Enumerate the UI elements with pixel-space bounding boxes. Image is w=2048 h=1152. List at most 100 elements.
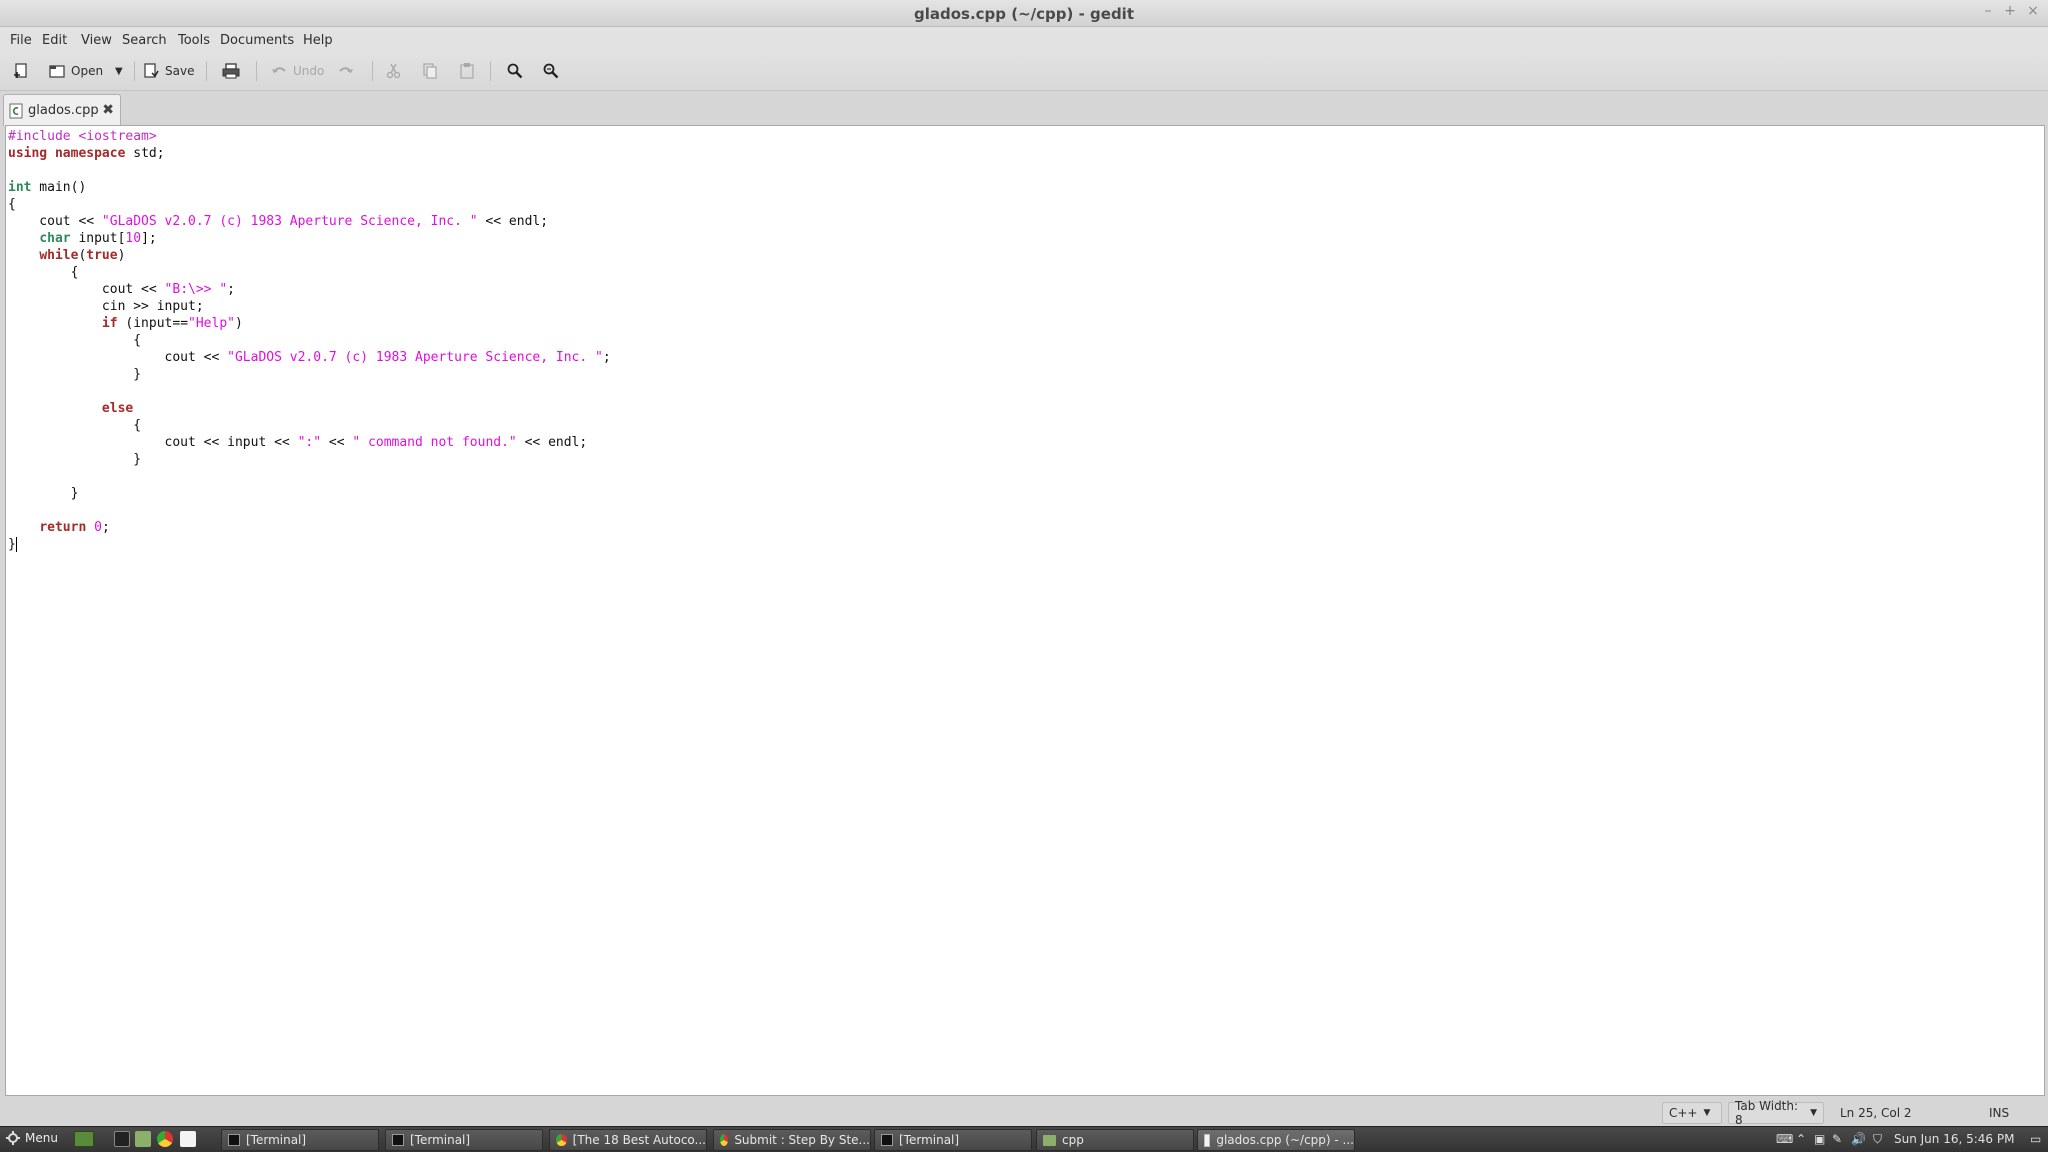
- code-token: else: [101, 401, 134, 416]
- menu-tools[interactable]: Tools: [178, 33, 210, 48]
- toolbar-separator: [372, 61, 373, 81]
- code-token: cout <<: [8, 350, 228, 365]
- code-line[interactable]: }: [8, 485, 611, 502]
- terminal-launcher-icon[interactable]: [114, 1131, 130, 1147]
- code-token: "B:\>> ": [164, 282, 228, 297]
- code-line[interactable]: }: [8, 536, 611, 553]
- code-line[interactable]: {: [8, 264, 611, 281]
- menu-help[interactable]: Help: [303, 33, 333, 48]
- menu-search[interactable]: Search: [122, 33, 167, 48]
- task-gedit-glados[interactable]: glados.cpp (~/cpp) - ...: [1197, 1129, 1355, 1151]
- code-token: ): [117, 248, 126, 263]
- text-editor[interactable]: #include <iostream> using namespace std; i…: [5, 125, 2045, 1096]
- close-tab-icon[interactable]: ✖: [102, 102, 114, 118]
- start-menu-button[interactable]: Menu: [6, 1131, 58, 1145]
- code-token: "Help": [188, 316, 235, 331]
- menu-file[interactable]: File: [10, 33, 32, 48]
- new-document-button[interactable]: [12, 57, 30, 85]
- code-line[interactable]: char input[10];: [8, 230, 611, 247]
- code-line[interactable]: cout << "GLaDOS v2.0.7 (c) 1983 Aperture…: [8, 213, 611, 230]
- files-launcher-icon[interactable]: [135, 1131, 151, 1147]
- tab-glados-cpp[interactable]: glados.cpp ✖: [3, 94, 121, 126]
- code-line[interactable]: cin >> input;: [8, 298, 611, 315]
- task-terminal-3[interactable]: [Terminal]: [874, 1129, 1032, 1151]
- code-line[interactable]: else: [8, 400, 611, 417]
- code-line[interactable]: if (input=="Help"): [8, 315, 611, 332]
- open-button[interactable]: Open: [48, 57, 103, 85]
- pen-icon[interactable]: ✎: [1832, 1132, 1842, 1146]
- code-token: ): [235, 316, 243, 331]
- code-line[interactable]: {: [8, 196, 611, 213]
- new-document-icon: [14, 63, 27, 78]
- find-replace-button[interactable]: [542, 57, 560, 85]
- save-icon: [144, 63, 159, 78]
- code-token: char: [39, 231, 71, 246]
- open-recent-dropdown[interactable]: ▼: [115, 57, 123, 85]
- code-token: (input==: [117, 316, 189, 331]
- task-label: [The 18 Best Autoco...: [572, 1133, 706, 1147]
- show-desktop-icon[interactable]: [74, 1131, 94, 1147]
- code-line[interactable]: int main(): [8, 179, 611, 196]
- code-line[interactable]: [8, 468, 611, 485]
- copy-button[interactable]: [421, 57, 439, 85]
- menu-edit[interactable]: Edit: [42, 33, 67, 48]
- close-window-button[interactable]: ×: [2024, 3, 2042, 19]
- clock[interactable]: Sun Jun 16, 5:46 PM: [1894, 1132, 2014, 1146]
- code-token: namespace: [54, 146, 126, 161]
- code-line[interactable]: cout << "B:\>> ";: [8, 281, 611, 298]
- find-button[interactable]: [506, 57, 524, 85]
- language-label: C++: [1669, 1106, 1698, 1120]
- code-token: {: [8, 418, 142, 433]
- text-editor-icon: [1204, 1133, 1211, 1147]
- code-token: main(): [31, 180, 87, 195]
- undo-button[interactable]: Undo: [270, 57, 324, 85]
- task-terminal-1[interactable]: [Terminal]: [221, 1129, 379, 1151]
- code-line[interactable]: cout << "GLaDOS v2.0.7 (c) 1983 Aperture…: [8, 349, 611, 366]
- menu-label: Menu: [25, 1131, 58, 1145]
- language-selector[interactable]: C++ ▼: [1662, 1102, 1722, 1124]
- code-line[interactable]: cout << input << ":" << " command not fo…: [8, 434, 611, 451]
- paste-button[interactable]: [458, 57, 476, 85]
- text-editor-launcher-icon[interactable]: [180, 1131, 196, 1147]
- menu-documents[interactable]: Documents: [220, 33, 294, 48]
- task-terminal-2[interactable]: [Terminal]: [385, 1129, 543, 1151]
- code-token: <<: [321, 435, 353, 450]
- tab-width-label: Tab Width: 8: [1735, 1099, 1799, 1127]
- minimize-button[interactable]: –: [1979, 3, 1997, 19]
- task-chrome-submit[interactable]: Submit : Step By Ste...: [713, 1129, 871, 1151]
- clipboard-icon[interactable]: ▣: [1814, 1132, 1825, 1146]
- code-line[interactable]: #include <iostream>: [8, 128, 611, 145]
- volume-icon[interactable]: 🔊: [1851, 1132, 1866, 1146]
- code-line[interactable]: while(true): [8, 247, 611, 264]
- code-line[interactable]: }: [8, 366, 611, 383]
- source-code[interactable]: #include <iostream> using namespace std; i…: [8, 128, 611, 553]
- code-line[interactable]: {: [8, 332, 611, 349]
- task-label: [Terminal]: [246, 1133, 307, 1147]
- task-folder-cpp[interactable]: cpp: [1036, 1129, 1194, 1151]
- paste-icon: [460, 63, 474, 79]
- code-line[interactable]: {: [8, 417, 611, 434]
- chrome-launcher-icon[interactable]: [157, 1131, 173, 1147]
- save-button[interactable]: Save: [142, 57, 194, 85]
- chevron-up-icon[interactable]: ⌃: [1796, 1132, 1806, 1146]
- network-icon[interactable]: ▭: [2030, 1132, 2041, 1146]
- maximize-button[interactable]: +: [2001, 3, 2019, 19]
- code-token: "GLaDOS v2.0.7 (c) 1983 Aperture Science…: [227, 350, 603, 365]
- shield-icon[interactable]: ⛉: [1873, 1132, 1882, 1147]
- tab-width-selector[interactable]: Tab Width: 8 ▼: [1728, 1099, 1824, 1127]
- code-line[interactable]: }: [8, 451, 611, 468]
- code-token: 10: [125, 231, 142, 246]
- keyboard-icon[interactable]: ⌨: [1776, 1132, 1793, 1146]
- code-line[interactable]: [8, 383, 611, 400]
- code-line[interactable]: [8, 502, 611, 519]
- print-button[interactable]: [221, 57, 241, 85]
- code-line[interactable]: [8, 162, 611, 179]
- code-token: }: [8, 452, 142, 467]
- chevron-down-icon: ▼: [115, 65, 123, 77]
- menu-view[interactable]: View: [81, 33, 112, 48]
- code-line[interactable]: return 0;: [8, 519, 611, 536]
- cut-button[interactable]: [385, 57, 403, 85]
- redo-button[interactable]: [337, 57, 355, 85]
- code-line[interactable]: using namespace std;: [8, 145, 611, 162]
- task-chrome-autocomplete[interactable]: [The 18 Best Autoco...: [549, 1129, 707, 1151]
